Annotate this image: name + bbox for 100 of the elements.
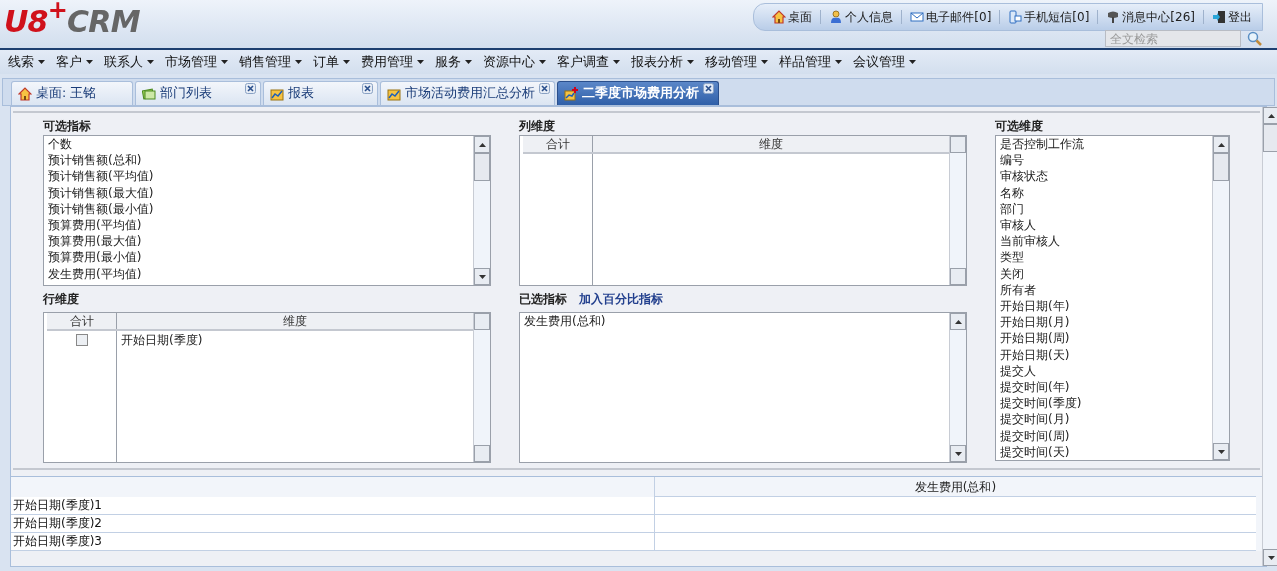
scroll-up-button[interactable]	[1263, 107, 1277, 124]
up-arrow-icon	[478, 142, 486, 147]
menu-item[interactable]: 服务	[435, 52, 472, 72]
close-icon[interactable]	[703, 83, 714, 94]
list-item[interactable]: 开始日期(月)	[1000, 314, 1208, 331]
dimension-cell-text: 开始日期(季度)	[120, 332, 204, 349]
menu-item[interactable]: 移动管理	[705, 52, 768, 72]
caret-icon	[465, 60, 472, 64]
scrollbar[interactable]	[949, 136, 966, 285]
search-field[interactable]: 全文检索	[1105, 30, 1241, 47]
scroll-down-button[interactable]	[950, 445, 966, 462]
checkbox[interactable]	[75, 334, 88, 346]
menu-item[interactable]: 费用管理	[361, 52, 424, 72]
list-box[interactable]: 个数 预计销售额(总和) 预计销售额(平均值) 预计销售额(最大值) 预计销售额(最小值) 预算费用(平均值) 预算费用(最大值) 预算费用(最小值) 发生费用(平均值)	[43, 135, 491, 286]
list-item[interactable]: 预计销售额(最大值)	[48, 184, 469, 201]
tab[interactable]: 报表	[263, 81, 378, 105]
list-item[interactable]: 所有者	[1000, 281, 1208, 299]
toolbar-link[interactable]: 手机短信[0]	[1008, 8, 1090, 26]
list-item[interactable]: 发生费用(总和)	[524, 313, 945, 330]
list-item[interactable]: 预计销售额(平均值)	[48, 168, 469, 185]
scroll-up-button[interactable]	[1213, 136, 1229, 153]
list-item[interactable]: 预计销售额(总和)	[48, 152, 469, 169]
scrollbar[interactable]	[1262, 107, 1277, 566]
scrollbar[interactable]	[1212, 136, 1229, 460]
menu-item[interactable]: 样品管理	[779, 52, 842, 72]
list-item[interactable]: 提交时间(周)	[1000, 427, 1208, 444]
down-arrow-icon	[1217, 449, 1225, 454]
toolbar-link[interactable]: 电子邮件[0]	[910, 8, 992, 26]
caret-icon	[539, 60, 546, 64]
menu-item[interactable]: 客户	[56, 52, 93, 72]
add-percentage-link[interactable]: 加入百分比指标	[579, 290, 663, 308]
scroll-button[interactable]	[950, 268, 966, 285]
list-item[interactable]: 名称	[1000, 184, 1208, 201]
list-item[interactable]: 提交时间(月)	[1000, 411, 1208, 428]
toolbar-link[interactable]: 消息中心[26]	[1106, 8, 1195, 26]
tab[interactable]: 部门列表	[135, 81, 261, 105]
toolbar-link[interactable]: 登出	[1212, 8, 1252, 26]
caret-icon	[86, 60, 93, 64]
list-item[interactable]: 预算费用(平均值)	[48, 217, 469, 234]
scroll-button[interactable]	[950, 136, 966, 153]
menu-item[interactable]: 会议管理	[853, 52, 916, 72]
list-item[interactable]: 提交人	[1000, 362, 1208, 380]
menu-item[interactable]: 资源中心	[483, 52, 546, 72]
close-icon[interactable]	[245, 83, 256, 94]
scrollbar[interactable]	[473, 136, 490, 285]
tab[interactable]: 二季度市场费用分析	[557, 81, 719, 105]
menu-item[interactable]: 线索	[8, 52, 45, 72]
menu-item[interactable]: 销售管理	[239, 52, 302, 72]
list-item[interactable]: 提交时间(年)	[1000, 379, 1208, 396]
tab[interactable]: 桌面: 王铭	[11, 81, 133, 105]
list-box[interactable]: 发生费用(总和)	[519, 312, 967, 463]
scrollbar[interactable]	[949, 313, 966, 462]
list-item[interactable]: 是否控制工作流	[1000, 136, 1208, 153]
menu-item[interactable]: 客户调查	[557, 52, 620, 72]
cards-icon	[142, 86, 156, 101]
close-icon[interactable]	[362, 83, 373, 94]
close-icon[interactable]	[539, 83, 550, 94]
scroll-thumb[interactable]	[1263, 124, 1277, 152]
list-item[interactable]: 开始日期(周)	[1000, 330, 1208, 347]
scroll-button[interactable]	[474, 445, 490, 462]
list-item[interactable]: 开始日期(天)	[1000, 346, 1208, 363]
toolbar-link[interactable]: 桌面	[772, 8, 813, 26]
list-item[interactable]: 提交时间(天)	[1000, 443, 1208, 460]
list-item[interactable]: 预算费用(最大值)	[48, 233, 469, 250]
list-item[interactable]: 开始日期(年)	[1000, 298, 1208, 315]
scroll-down-button[interactable]	[474, 268, 490, 285]
scroll-up-button[interactable]	[474, 136, 490, 153]
caret-icon	[343, 60, 350, 64]
scroll-button[interactable]	[474, 313, 490, 330]
scroll-thumb[interactable]	[474, 153, 490, 181]
column-header: 维度	[758, 136, 784, 152]
list-item[interactable]: 类型	[1000, 249, 1208, 266]
list-item[interactable]: 编号	[1000, 152, 1208, 169]
scroll-up-button[interactable]	[950, 313, 966, 330]
menu-item[interactable]: 联系人	[104, 52, 154, 72]
scroll-down-button[interactable]	[1263, 549, 1277, 566]
up-arrow-icon	[1217, 142, 1225, 147]
list-box[interactable]: 是否控制工作流 编号 审核状态 名称 部门 审核人 当前审核人 类型 关闭 所有者 开始日期(年) 开始日期(月) 开始日期(周) 开始日期(天) 提交人 提交时间(年) 提交时间(季度) 提交时间(月) 提交时间(周) 提交时间(天)	[995, 135, 1230, 461]
search-icon[interactable]	[1247, 30, 1263, 47]
list-item[interactable]: 提交时间(季度)	[1000, 395, 1208, 412]
list-item[interactable]: 审核人	[1000, 217, 1208, 234]
menu-item[interactable]: 订单	[313, 52, 350, 72]
list-item[interactable]: 审核状态	[1000, 168, 1208, 185]
scroll-down-button[interactable]	[1213, 443, 1229, 460]
house-icon	[18, 86, 32, 101]
menu-item[interactable]: 报表分析	[631, 52, 694, 72]
menu-item[interactable]: 市场管理	[165, 52, 228, 72]
list-item[interactable]: 关闭	[1000, 265, 1208, 282]
toolbar-link[interactable]: 个人信息	[829, 8, 894, 26]
list-item[interactable]: 发生费用(平均值)	[48, 265, 469, 282]
list-item[interactable]: 个数	[48, 136, 469, 153]
list-item[interactable]: 部门	[1000, 200, 1208, 217]
list-item[interactable]: 预计销售额(最小值)	[48, 200, 469, 217]
speaker-icon	[1106, 10, 1121, 24]
list-item[interactable]: 当前审核人	[1000, 233, 1208, 250]
tab[interactable]: 市场活动费用汇总分析	[380, 81, 555, 105]
scroll-thumb[interactable]	[1213, 153, 1229, 181]
scrollbar[interactable]	[473, 313, 490, 462]
list-item[interactable]: 预算费用(最小值)	[48, 249, 469, 266]
caret-icon	[761, 60, 768, 64]
